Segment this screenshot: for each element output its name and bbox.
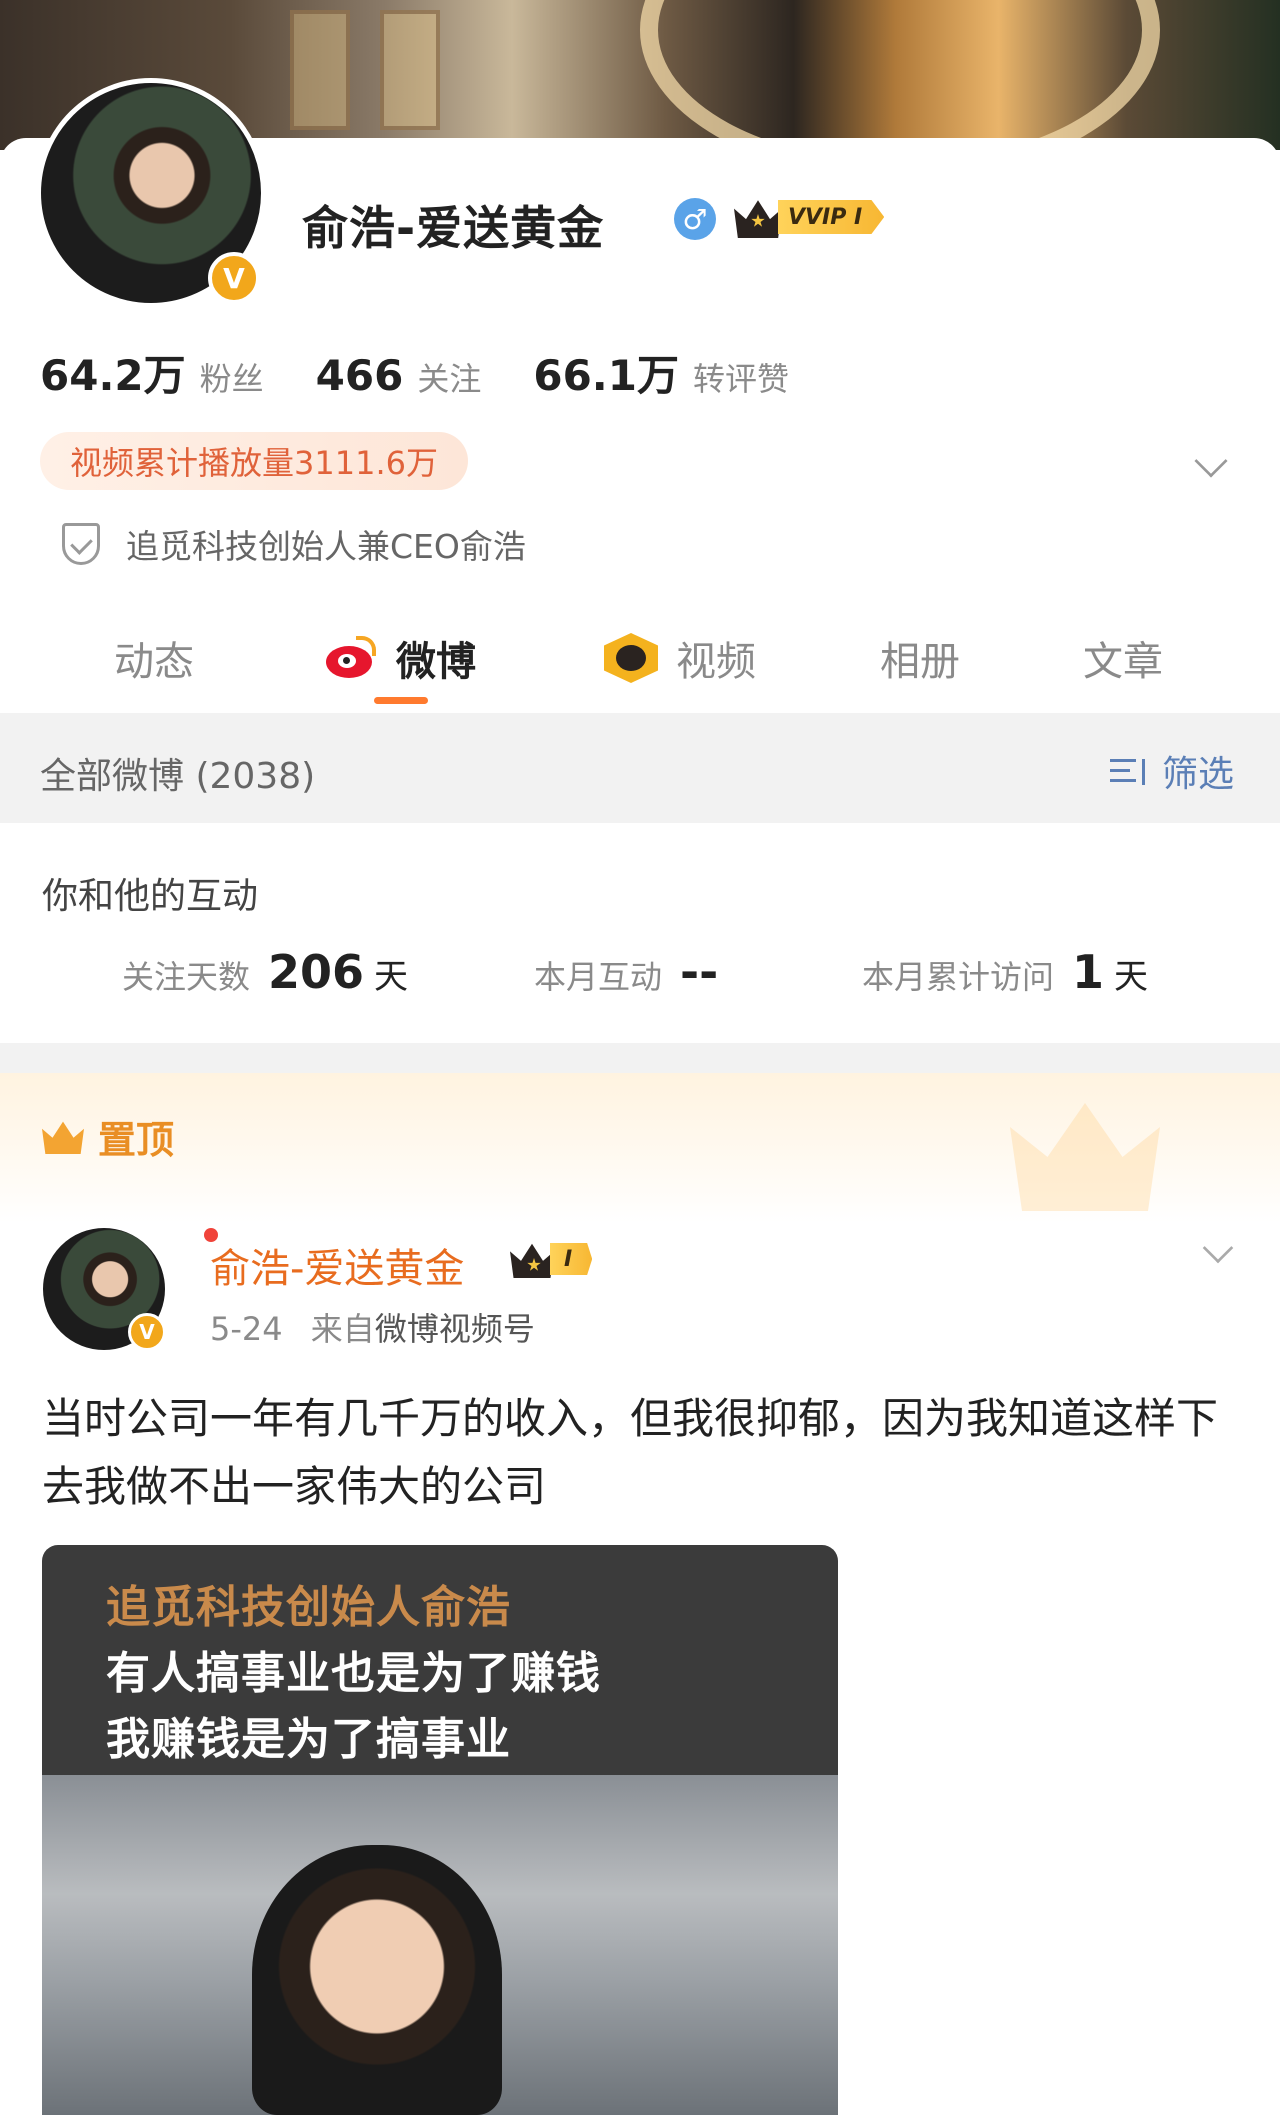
vip-badge: I bbox=[510, 1240, 593, 1278]
certification-text: 追觅科技创始人兼CEO俞浩 bbox=[126, 527, 526, 566]
interaction-stat: 关注天数 206 天 bbox=[122, 945, 408, 999]
weibo-icon bbox=[322, 636, 378, 680]
tab-label: 相册 bbox=[880, 639, 960, 685]
post-meta: 5-24 来自微博视频号 bbox=[210, 1304, 535, 1350]
interaction-stat: 本月累计访问 1 天 bbox=[862, 945, 1148, 999]
stat-value: 206 bbox=[268, 945, 365, 999]
post-author[interactable]: 俞浩-爱送黄金 bbox=[210, 1236, 464, 1294]
tab-label: 微博 bbox=[396, 639, 476, 685]
fans-count[interactable]: 64.2万 bbox=[40, 342, 186, 403]
interaction-panel: 你和他的互动 关注天数 206 天 本月互动 -- 本月累计访问 1 天 bbox=[0, 823, 1280, 1043]
vvip-label: VVIP I bbox=[778, 200, 885, 234]
fans-label[interactable]: 粉丝 bbox=[200, 354, 264, 400]
profile-name: 俞浩-爱送黄金 bbox=[302, 201, 605, 255]
active-tab-indicator bbox=[374, 697, 428, 704]
crown-icon bbox=[42, 1121, 84, 1154]
stat-label: 关注天数 bbox=[122, 958, 251, 996]
source-prefix: 来自 bbox=[310, 1310, 375, 1348]
vvip-badge[interactable]: VVIP I bbox=[734, 196, 885, 238]
tab-label: 动态 bbox=[114, 639, 194, 685]
crown-icon bbox=[510, 1243, 554, 1278]
following-label[interactable]: 关注 bbox=[417, 354, 481, 400]
stat-label: 本月互动 bbox=[534, 958, 663, 996]
filter-button[interactable]: 筛选 bbox=[1110, 745, 1234, 797]
pinned-header: 置顶 bbox=[0, 1073, 1280, 1223]
tab-weibo[interactable]: 微博 bbox=[322, 618, 476, 698]
tab-album[interactable]: 相册 bbox=[880, 618, 960, 698]
filter-label: 筛选 bbox=[1162, 754, 1235, 795]
cover-decoration bbox=[380, 10, 440, 130]
likes-count: 66.1万 bbox=[533, 351, 679, 400]
gender-male-icon: ♂ bbox=[674, 198, 716, 240]
vip-label: I bbox=[550, 1243, 593, 1275]
crown-icon bbox=[734, 200, 782, 238]
post-date: 5-24 bbox=[210, 1310, 283, 1348]
video-caption: 我赚钱是为了搞事业 bbox=[106, 1714, 511, 1765]
video-caption: 追觅科技创始人俞浩 bbox=[106, 1582, 511, 1633]
interaction-heading: 你和他的互动 bbox=[42, 876, 259, 917]
tab-label: 文章 bbox=[1083, 639, 1163, 685]
interaction-stat: 本月互动 -- bbox=[534, 945, 728, 999]
filter-icon bbox=[1110, 755, 1150, 787]
stat-unit: 天 bbox=[374, 957, 409, 997]
verified-badge-icon: V bbox=[208, 252, 260, 304]
stat-label: 本月累计访问 bbox=[862, 958, 1055, 996]
tab-feed[interactable]: 动态 bbox=[114, 618, 194, 698]
video-caption: 有人搞事业也是为了赚钱 bbox=[106, 1648, 601, 1699]
verified-badge-icon: V bbox=[128, 1313, 166, 1351]
video-play-count-badge[interactable]: 视频累计播放量3111.6万 bbox=[40, 432, 468, 490]
post-source[interactable]: 微博视频号 bbox=[375, 1310, 535, 1348]
cover-decoration bbox=[640, 0, 1160, 150]
pinned-label: 置顶 bbox=[98, 1118, 175, 1162]
tab-video[interactable]: 视频 bbox=[604, 618, 756, 698]
profile-stats: 64.2万 粉丝 466 关注 66.1万 转评赞 bbox=[40, 342, 841, 403]
shield-icon bbox=[62, 523, 100, 565]
tab-label: 视频 bbox=[676, 639, 756, 685]
all-posts-count[interactable]: 全部微博 (2038) bbox=[40, 747, 315, 799]
post-text: 当时公司一年有几千万的收入，但我很抑郁，因为我知道这样下去我做不出一家伟大的公司 bbox=[42, 1394, 1219, 1511]
stat-value: 1 bbox=[1072, 945, 1105, 999]
stat-value: -- bbox=[680, 945, 719, 999]
stat-unit: 天 bbox=[1114, 957, 1149, 997]
video-icon bbox=[604, 633, 658, 683]
likes-label: 转评赞 bbox=[692, 360, 789, 398]
filter-bar: 全部微博 (2038) 筛选 bbox=[0, 713, 1280, 823]
cover-decoration bbox=[290, 10, 350, 130]
chevron-down-icon[interactable] bbox=[1202, 1232, 1234, 1264]
crown-watermark-icon bbox=[1010, 1103, 1160, 1211]
certification: 追觅科技创始人兼CEO俞浩 bbox=[62, 520, 526, 568]
post-video[interactable]: 追觅科技创始人俞浩 有人搞事业也是为了赚钱 我赚钱是为了搞事业 bbox=[42, 1545, 838, 2115]
following-count[interactable]: 466 bbox=[316, 351, 404, 400]
video-person bbox=[252, 1845, 502, 2115]
tab-articles[interactable]: 文章 bbox=[1083, 618, 1163, 698]
profile-tabs: 动态 微博 视频 相册 文章 bbox=[0, 618, 1280, 1242]
section-divider bbox=[0, 1043, 1280, 1073]
